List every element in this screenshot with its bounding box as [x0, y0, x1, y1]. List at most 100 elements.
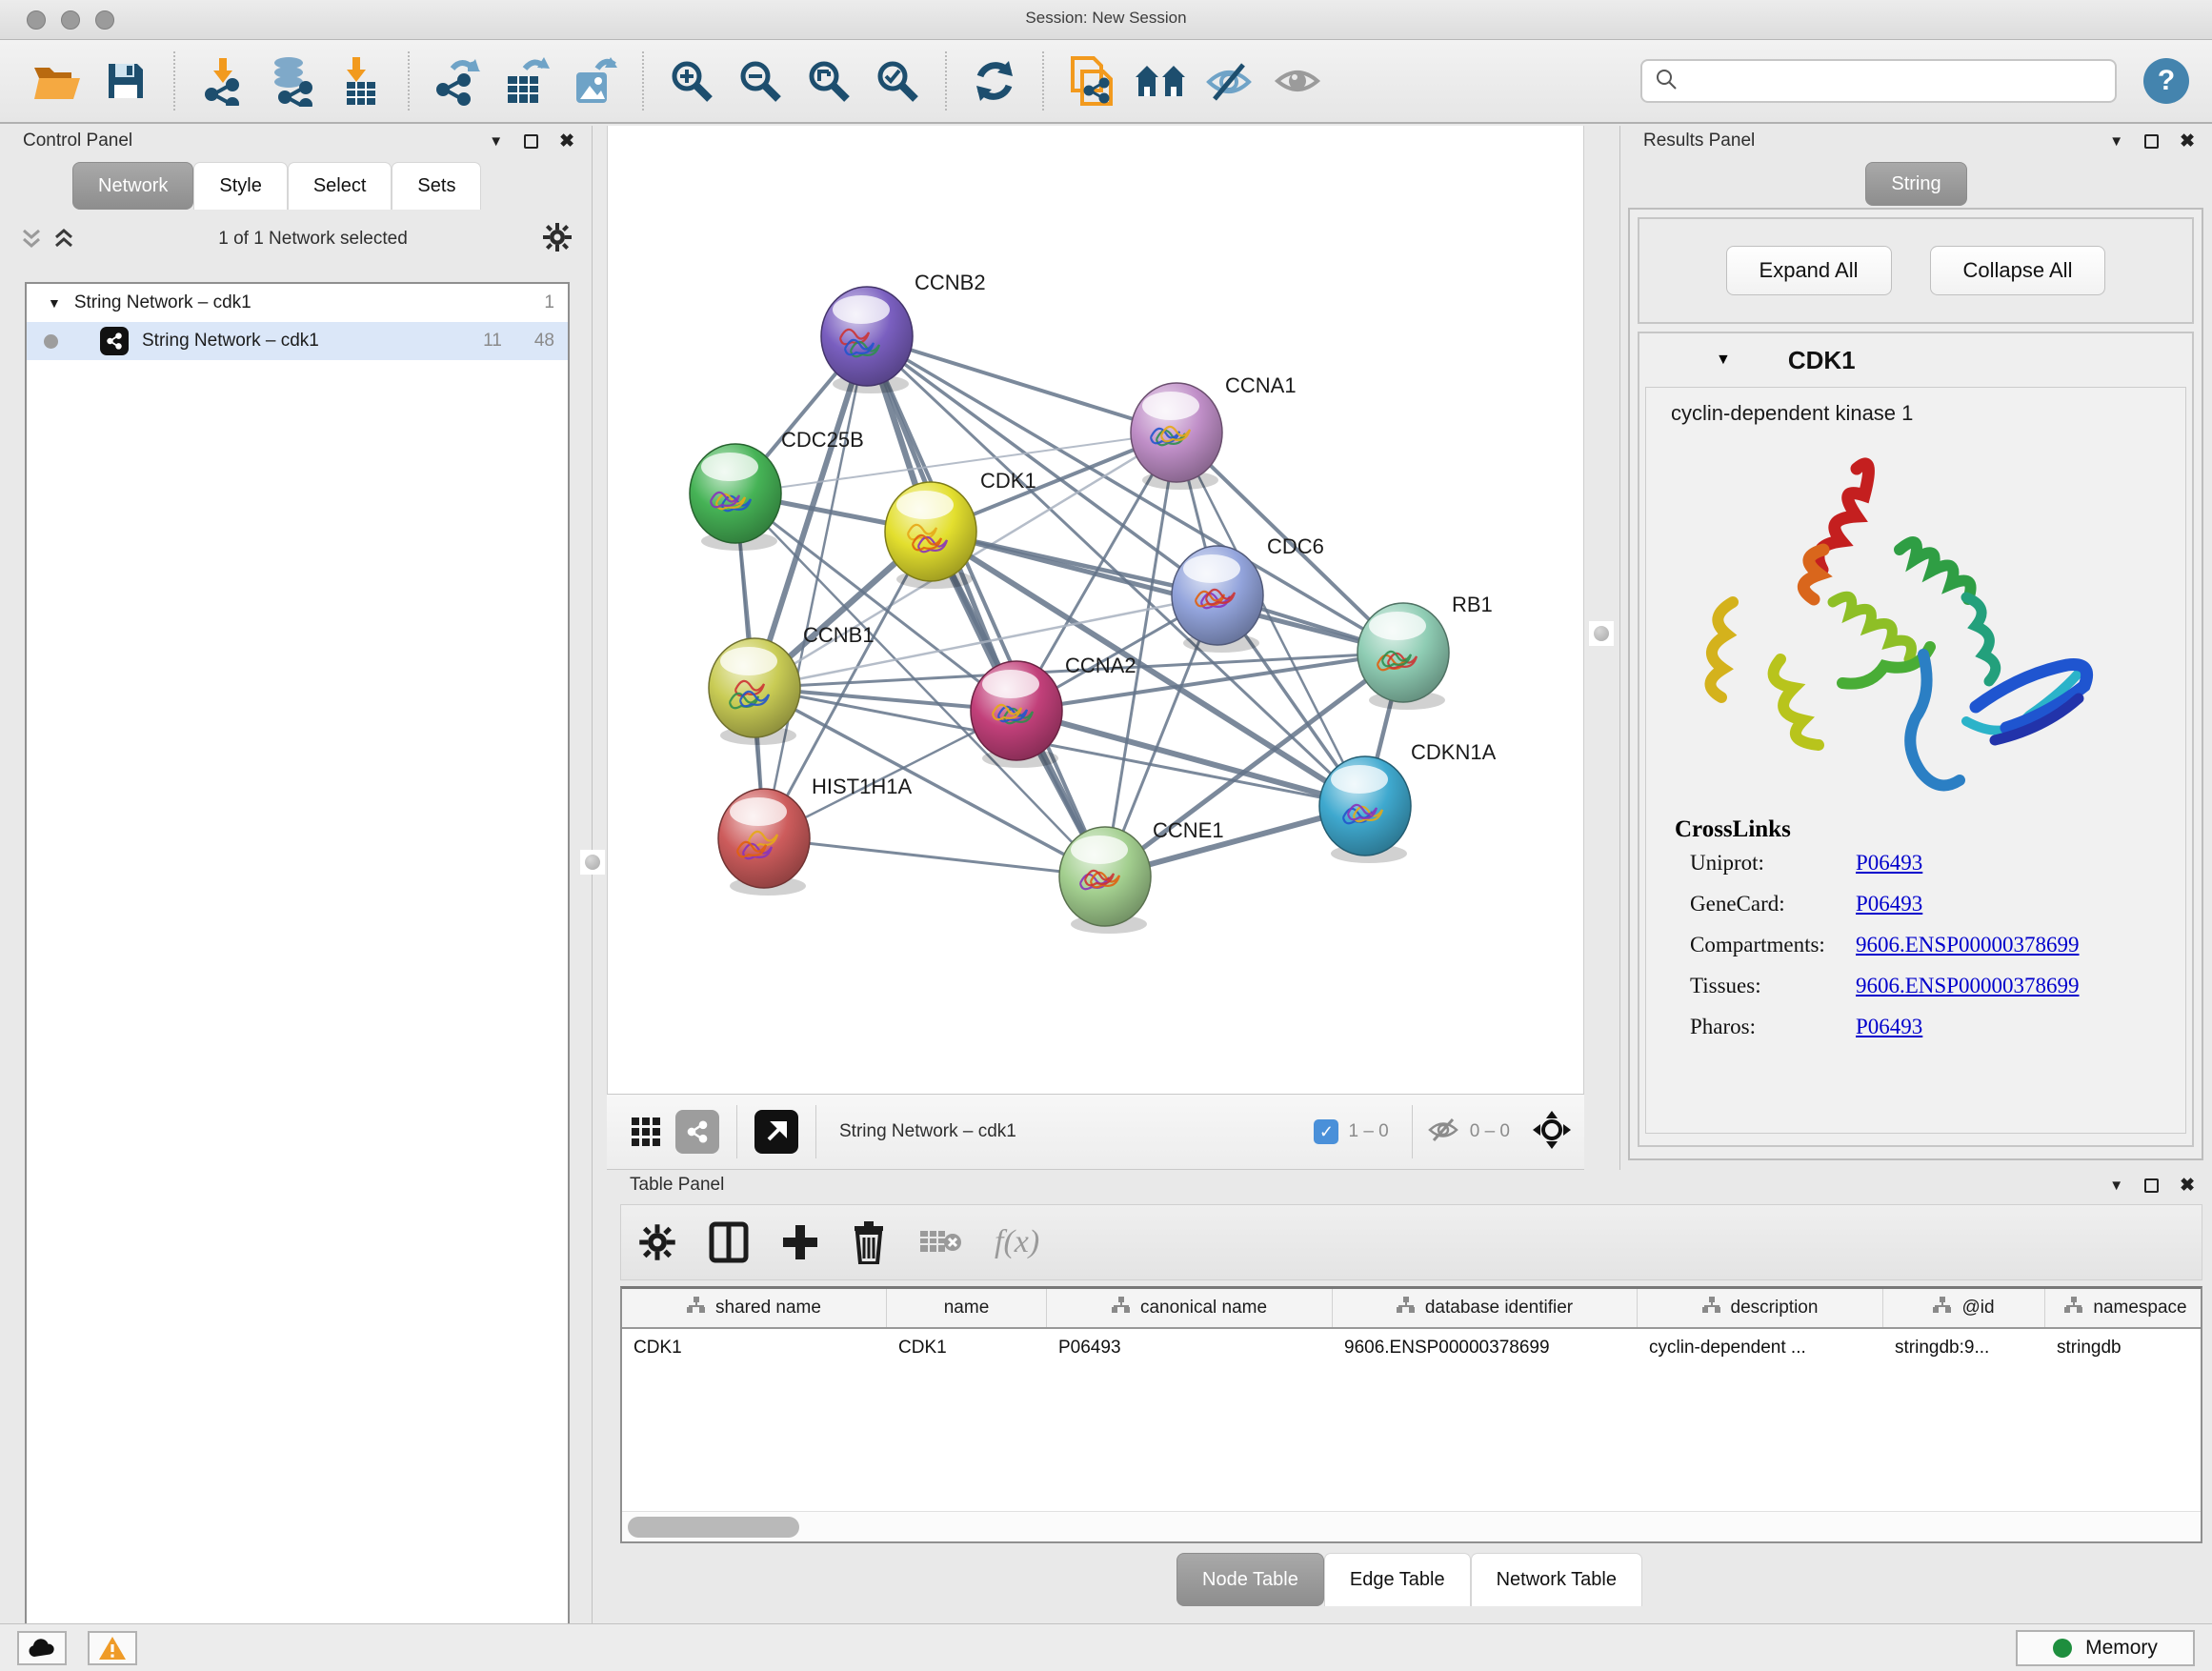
table-cell[interactable]: cyclin-dependent ...	[1638, 1338, 1883, 1359]
tree-expand-caret-icon[interactable]: ▼	[48, 295, 61, 311]
tab-select[interactable]: Select	[288, 162, 392, 210]
table-row[interactable]: CDK1CDK1P064939606.ENSP00000378699cyclin…	[622, 1329, 2201, 1367]
network-graph[interactable]: CCNB2CCNA1CDC25BCDK1CDC6RB1CCNB1CCNA2CDK…	[608, 126, 1585, 1094]
fit-content-crosshair-icon[interactable]	[1533, 1111, 1571, 1154]
export-table-icon[interactable]	[496, 51, 555, 111]
zoom-out-icon[interactable]	[731, 51, 790, 111]
network-options-gear-icon[interactable]	[542, 222, 573, 257]
node-CDC25B[interactable]	[690, 444, 781, 551]
table-cell[interactable]: P06493	[1047, 1338, 1333, 1359]
protein-structure-image	[1680, 435, 2128, 816]
table-cell[interactable]: 9606.ENSP00000378699	[1333, 1338, 1638, 1359]
string-badge-icon[interactable]	[675, 1110, 719, 1154]
zoom-selected-icon[interactable]	[868, 51, 927, 111]
column-header-id[interactable]: @id	[1883, 1289, 2045, 1327]
expand-all-icon[interactable]	[51, 227, 76, 252]
right-splitter-handle[interactable]	[1589, 621, 1614, 646]
edge-HIST1H1A-CCNE1[interactable]	[764, 838, 1105, 876]
table-cell[interactable]: stringdb	[2045, 1338, 2202, 1359]
zoom-in-icon[interactable]	[662, 51, 721, 111]
table-cell[interactable]: stringdb:9...	[1883, 1338, 2045, 1359]
edge-CCNB2-CCNA1[interactable]	[867, 336, 1176, 433]
search-input[interactable]	[1688, 71, 2103, 91]
network-overview-icon[interactable]	[1131, 51, 1190, 111]
edge-CDK1-RB1[interactable]	[931, 532, 1403, 653]
expand-all-button[interactable]: Expand All	[1726, 246, 1892, 295]
close-table-icon[interactable]: ✖	[2180, 1175, 2195, 1197]
export-image-icon[interactable]	[565, 51, 624, 111]
column-header-namespace[interactable]: namespace	[2045, 1289, 2202, 1327]
cloud-button[interactable]	[17, 1631, 67, 1665]
function-builder-icon[interactable]: f(x)	[995, 1224, 1039, 1260]
node-CDKN1A[interactable]	[1319, 756, 1411, 863]
crosslink-link[interactable]: 9606.ENSP00000378699	[1856, 933, 2080, 957]
tab-sets[interactable]: Sets	[392, 162, 481, 210]
tab-node-table[interactable]: Node Table	[1176, 1553, 1324, 1606]
columns-icon[interactable]	[709, 1221, 749, 1263]
table-gear-icon[interactable]	[638, 1223, 676, 1261]
network-collection-row[interactable]: ▼ String Network – cdk1 1	[27, 284, 568, 322]
open-folder-icon[interactable]	[28, 51, 87, 111]
tab-network-table[interactable]: Network Table	[1471, 1553, 1642, 1606]
edge-CCNB2-HIST1H1A[interactable]	[764, 336, 867, 838]
search-box[interactable]	[1640, 59, 2117, 103]
column-header-databaseidentifier[interactable]: database identifier	[1333, 1289, 1638, 1327]
node-table[interactable]: shared namenamecanonical namedatabase id…	[620, 1286, 2202, 1543]
refresh-icon[interactable]	[965, 51, 1024, 111]
left-splitter-handle[interactable]	[580, 850, 605, 875]
column-header-description[interactable]: description	[1638, 1289, 1883, 1327]
crosslink-link[interactable]: P06493	[1856, 851, 1922, 876]
save-icon[interactable]	[96, 51, 155, 111]
close-panel-icon[interactable]: ✖	[559, 131, 574, 152]
node-RB1[interactable]	[1357, 603, 1449, 710]
help-button[interactable]: ?	[2143, 58, 2189, 104]
warning-button[interactable]	[88, 1631, 137, 1665]
birdseye-grid-icon[interactable]	[624, 1110, 668, 1154]
collapse-all-icon[interactable]	[19, 227, 44, 252]
maximize-table-icon[interactable]	[2144, 1178, 2159, 1193]
network-canvas[interactable]: CCNB2CCNA1CDC25BCDK1CDC6RB1CCNB1CCNA2CDK…	[607, 126, 1584, 1094]
maximize-panel-icon[interactable]	[524, 134, 538, 149]
crosslink-link[interactable]: P06493	[1856, 1015, 1922, 1039]
close-results-icon[interactable]: ✖	[2180, 131, 2195, 152]
memory-button[interactable]: Memory	[2016, 1630, 2195, 1666]
import-database-icon[interactable]	[262, 51, 321, 111]
add-column-icon[interactable]	[781, 1221, 819, 1263]
tab-edge-table[interactable]: Edge Table	[1324, 1553, 1471, 1606]
import-network-icon[interactable]	[193, 51, 252, 111]
open-in-window-icon[interactable]	[754, 1110, 798, 1154]
gene-section-header[interactable]: ▼ CDK1	[1639, 333, 2192, 387]
tab-style[interactable]: Style	[193, 162, 287, 210]
maximize-results-icon[interactable]	[2144, 134, 2159, 149]
node-CCNA1[interactable]	[1131, 383, 1222, 490]
float-panel-icon[interactable]: ▼	[489, 133, 503, 150]
show-eye-icon[interactable]	[1268, 51, 1327, 111]
column-header-canonicalname[interactable]: canonical name	[1047, 1289, 1333, 1327]
float-results-icon[interactable]: ▼	[2109, 133, 2123, 150]
tab-network[interactable]: Network	[72, 162, 193, 210]
network-row[interactable]: String Network – cdk1 11 48	[27, 322, 568, 360]
export-network-icon[interactable]	[428, 51, 487, 111]
table-cell[interactable]: CDK1	[887, 1338, 1047, 1359]
float-table-icon[interactable]: ▼	[2109, 1178, 2123, 1194]
copy-document-icon[interactable]	[1062, 51, 1121, 111]
delete-icon[interactable]	[852, 1220, 886, 1264]
column-header-name[interactable]: name	[887, 1289, 1047, 1327]
zoom-fit-icon[interactable]	[799, 51, 858, 111]
delete-table-icon[interactable]	[918, 1225, 962, 1259]
tab-string[interactable]: String	[1865, 162, 1966, 206]
selected-nodes-checkbox[interactable]: ✓	[1314, 1119, 1338, 1144]
hide-eye-icon[interactable]	[1199, 51, 1258, 111]
collapse-all-button[interactable]: Collapse All	[1930, 246, 2106, 295]
column-header-sharedname[interactable]: shared name	[622, 1289, 887, 1327]
import-table-icon[interactable]	[331, 51, 390, 111]
node-CCNE1[interactable]	[1059, 827, 1151, 934]
crosslink-link[interactable]: P06493	[1856, 892, 1922, 916]
gene-collapse-caret-icon[interactable]: ▼	[1716, 352, 1731, 369]
hidden-eye-slash-icon[interactable]	[1426, 1116, 1460, 1149]
node-HIST1H1A[interactable]	[718, 789, 810, 896]
table-hscrollbar[interactable]	[622, 1511, 2201, 1541]
crosslink-link[interactable]: 9606.ENSP00000378699	[1856, 974, 2080, 998]
table-cell[interactable]: CDK1	[622, 1338, 887, 1359]
hscroll-thumb[interactable]	[628, 1517, 799, 1538]
